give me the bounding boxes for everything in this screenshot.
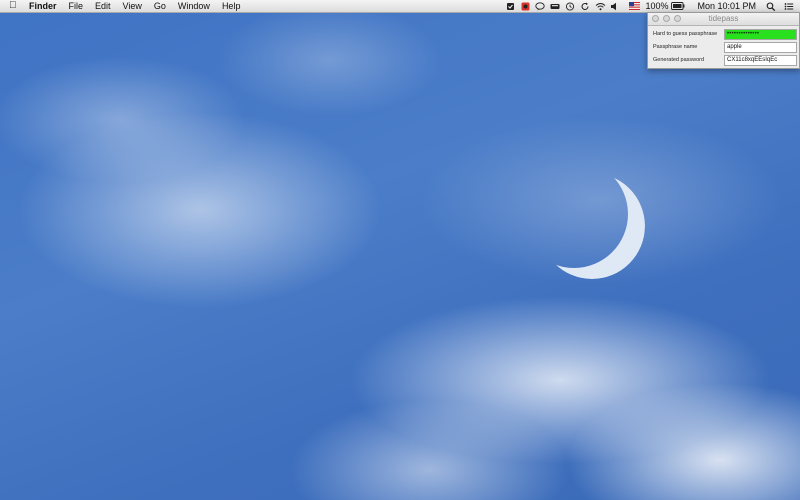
- passphrase-name-field[interactable]: apple: [724, 42, 797, 53]
- app-red-icon[interactable]: [520, 2, 530, 11]
- generated-password-row: Generated password CX11c8xqEEsIqEc: [652, 55, 799, 66]
- tidepass-window: tidepass Hard to guess passphrase ••••••…: [647, 12, 800, 69]
- notification-center-icon[interactable]: [784, 2, 794, 11]
- sync-icon[interactable]: [580, 2, 590, 11]
- passphrase-name-row: Passphrase name apple: [652, 42, 799, 53]
- chat-icon[interactable]: [535, 1, 546, 11]
- spotlight-icon[interactable]: [766, 1, 776, 11]
- volume-icon[interactable]: [610, 2, 620, 11]
- passphrase-label: Hard to guess passphrase: [653, 31, 718, 37]
- moon-image: [552, 173, 645, 279]
- keyboard-icon[interactable]: [550, 2, 560, 11]
- menu-file[interactable]: File: [69, 0, 84, 12]
- passphrase-name-label: Passphrase name: [653, 44, 698, 50]
- battery-percent[interactable]: 100%: [645, 0, 668, 12]
- desktop-wallpaper: [0, 0, 800, 500]
- passphrase-row: Hard to guess passphrase ••••••••••••••: [652, 29, 799, 40]
- window-title: tidepass: [708, 14, 739, 23]
- menu-view[interactable]: View: [123, 0, 142, 12]
- passphrase-field[interactable]: ••••••••••••••: [724, 29, 797, 40]
- battery-icon[interactable]: [671, 1, 685, 11]
- clock[interactable]: Mon 10:01 PM: [697, 0, 756, 12]
- window-titlebar[interactable]: tidepass: [648, 13, 799, 26]
- generated-password-label: Generated password: [653, 57, 705, 63]
- time-machine-icon[interactable]: [565, 1, 575, 11]
- menu-window[interactable]: Window: [178, 0, 210, 12]
- flag-us-icon[interactable]: [629, 1, 641, 11]
- menu-go[interactable]: Go: [154, 0, 166, 12]
- menu-help[interactable]: Help: [222, 0, 241, 12]
- menu-app-name[interactable]: Finder: [29, 0, 57, 12]
- generated-password-field[interactable]: CX11c8xqEEsIqEc: [724, 55, 797, 66]
- wifi-icon[interactable]: [595, 2, 606, 11]
- dropbox-icon[interactable]: [505, 2, 515, 11]
- status-area: 100% Mon 10:01 PM: [500, 0, 794, 12]
- apple-menu-icon[interactable]: : [9, 0, 19, 12]
- menu-edit[interactable]: Edit: [95, 0, 111, 12]
